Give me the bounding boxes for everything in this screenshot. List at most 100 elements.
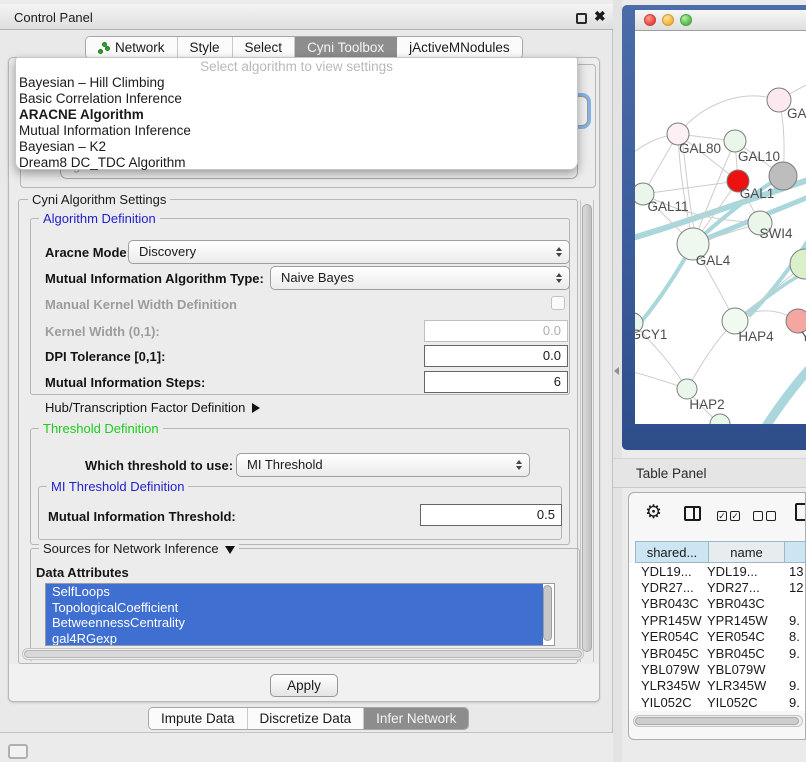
mi-threshold-label: Mutual Information Threshold: xyxy=(48,509,236,524)
gear-icon[interactable]: ⚙ xyxy=(645,501,662,524)
table-cell: 9. xyxy=(783,646,806,661)
control-panel-title: Control Panel xyxy=(14,10,93,25)
panel-corner-icon[interactable] xyxy=(8,744,28,759)
document-icon[interactable] xyxy=(795,503,806,521)
mi-type-combobox[interactable]: Naive Bayes xyxy=(270,266,570,290)
settings-horizontal-scrollbar[interactable] xyxy=(22,648,584,660)
table-row[interactable]: YIL052CYIL052C9. xyxy=(629,694,806,710)
table-cell: YIL052C xyxy=(707,695,783,710)
table-row[interactable]: YLR345WYLR345W9. xyxy=(629,678,806,694)
minimize-window-icon[interactable] xyxy=(662,14,674,26)
zoom-window-icon[interactable] xyxy=(680,14,692,26)
algorithm-option-basic-correlation-inference[interactable]: Basic Correlation Inference xyxy=(16,91,577,107)
attribute-item-gal4rgexp[interactable]: gal4RGexp xyxy=(46,631,543,647)
dpi-tolerance-label: DPI Tolerance [0,1]: xyxy=(45,349,165,364)
table-cell: YDR27... xyxy=(707,580,783,595)
column-header-name[interactable]: name xyxy=(709,541,785,563)
table-horizontal-scrollbar[interactable] xyxy=(633,715,803,727)
table-panel-body: ⚙ ✓✓ shared...name YDL19...YDL19...13YDR… xyxy=(628,492,806,740)
tab-jactivemnodules[interactable]: jActiveMNodules xyxy=(397,37,522,58)
data-attributes-list[interactable]: SelfLoopsTopologicalCoefficientBetweenne… xyxy=(45,583,555,646)
scrollbar-thumb[interactable] xyxy=(582,204,592,652)
tab-label: jActiveMNodules xyxy=(409,40,510,55)
algorithm-option-bayesian-k2[interactable]: Bayesian – K2 xyxy=(16,139,577,155)
select-all-icon[interactable]: ✓✓ xyxy=(717,511,740,521)
table-cell: YBR043C xyxy=(707,596,783,611)
columns-icon[interactable] xyxy=(684,506,701,521)
table-row[interactable]: YBR043CYBR043C xyxy=(629,596,806,612)
table-cell: 12 xyxy=(783,580,806,595)
algorithm-option-dream8-dc-tdc-algorithm[interactable]: Dream8 DC_TDC Algorithm xyxy=(16,155,577,171)
deselect-all-icon[interactable] xyxy=(753,511,776,521)
hub-definition-expander[interactable]: Hub/Transcription Factor Definition xyxy=(45,400,260,415)
node-label-hap4: HAP4 xyxy=(738,329,774,344)
float-panel-icon[interactable] xyxy=(576,13,587,24)
table-cell: 13 xyxy=(783,564,806,579)
tab-network[interactable]: Network xyxy=(86,37,178,58)
table-cell: 8. xyxy=(783,629,806,644)
column-header-shared[interactable]: shared... xyxy=(635,541,709,563)
which-threshold-combobox[interactable]: MI Threshold xyxy=(236,453,530,477)
attribute-item-betweennesscentrality[interactable]: BetweennessCentrality xyxy=(46,615,543,631)
mi-threshold-field[interactable]: 0.5 xyxy=(420,504,562,526)
tab-cyni-toolbox[interactable]: Cyni Toolbox xyxy=(295,37,397,58)
table-row[interactable]: YBL079WYBL079W xyxy=(629,661,806,677)
table-row[interactable]: YBR045CYBR045C9. xyxy=(629,645,806,661)
table-toolbar: ⚙ ✓✓ xyxy=(629,493,806,537)
attribute-item-selfloops[interactable]: SelfLoops xyxy=(46,584,543,600)
node-label-gcy1: GCY1 xyxy=(635,327,667,342)
table-cell: 9. xyxy=(783,695,806,710)
column-header-2[interactable] xyxy=(785,541,806,563)
tab-discretize-data[interactable]: Discretize Data xyxy=(248,708,365,729)
dpi-tolerance-field[interactable]: 0.0 xyxy=(424,345,568,367)
which-threshold-value: MI Threshold xyxy=(247,457,323,472)
apply-button[interactable]: Apply xyxy=(270,674,338,697)
attribute-item-topologicalcoefficient[interactable]: TopologicalCoefficient xyxy=(46,600,543,616)
table-cell: YBR045C xyxy=(707,646,783,661)
node-label-y: Y xyxy=(801,329,806,344)
table-row[interactable]: YER054CYER054C8. xyxy=(629,629,806,645)
table-row[interactable]: YPR145WYPR145W9. xyxy=(629,612,806,628)
kernel-width-field[interactable]: 0.0 xyxy=(424,320,568,342)
tab-label: Infer Network xyxy=(376,711,456,726)
attributes-list-scrollbar[interactable] xyxy=(543,584,553,644)
scrollbar-thumb[interactable] xyxy=(635,717,799,725)
network-canvas[interactable]: GALGAL80GAL10GAL1GAL11SWI4GAL4GCY1HAP4YH… xyxy=(635,31,806,424)
which-threshold-label: Which threshold to use: xyxy=(85,458,233,473)
node-label-gal1: GAL1 xyxy=(740,186,775,201)
algorithm-option-bayesian-hill-climbing[interactable]: Bayesian – Hill Climbing xyxy=(16,75,577,91)
algorithm-option-aracne-algorithm[interactable]: ARACNE Algorithm xyxy=(16,107,577,123)
panel-divider[interactable] xyxy=(613,0,622,762)
close-window-icon[interactable] xyxy=(644,14,656,26)
aracne-mode-combobox[interactable]: Discovery xyxy=(128,240,570,264)
tab-infer-network[interactable]: Infer Network xyxy=(364,708,468,729)
tab-select[interactable]: Select xyxy=(233,37,296,58)
network-node[interactable] xyxy=(710,414,730,424)
control-panel-tabs: NetworkStyleSelectCyni Toolbox jActiveMNo… xyxy=(85,36,523,59)
algorithm-option-mutual-information-inference[interactable]: Mutual Information Inference xyxy=(16,123,577,139)
settings-vertical-scrollbar[interactable] xyxy=(580,200,594,662)
scrollbar-thumb[interactable] xyxy=(24,650,582,658)
table-cell: YBR045C xyxy=(629,646,707,661)
table-cell: 9. xyxy=(783,613,806,628)
mi-steps-field[interactable]: 6 xyxy=(424,371,568,393)
scrollbar-thumb[interactable] xyxy=(543,585,552,641)
table-cell: YDL19... xyxy=(707,564,783,579)
table-row[interactable]: YDR27...YDR27...12 xyxy=(629,579,806,595)
close-panel-icon[interactable]: ✖ xyxy=(594,8,606,25)
collapse-arrow-icon xyxy=(225,546,235,554)
divider-collapse-icon[interactable] xyxy=(614,367,619,375)
node-label-gal80: GAL80 xyxy=(679,141,721,156)
table-row[interactable]: YDL19...YDL19...13 xyxy=(629,563,806,579)
node-label-hap2: HAP2 xyxy=(689,397,724,412)
table-cell: YPR145W xyxy=(629,613,707,628)
table-cell: YPR145W xyxy=(707,613,783,628)
table-cell: 9. xyxy=(783,678,806,693)
sources-group-title[interactable]: Sources for Network Inference xyxy=(39,541,239,556)
stepper-arrows-icon xyxy=(556,247,562,257)
tab-style[interactable]: Style xyxy=(178,37,233,58)
tab-impute-data[interactable]: Impute Data xyxy=(149,708,248,729)
network-node-hap2[interactable] xyxy=(677,379,697,399)
stepper-arrows-icon xyxy=(556,273,562,283)
manual-kernel-checkbox[interactable] xyxy=(551,296,565,310)
